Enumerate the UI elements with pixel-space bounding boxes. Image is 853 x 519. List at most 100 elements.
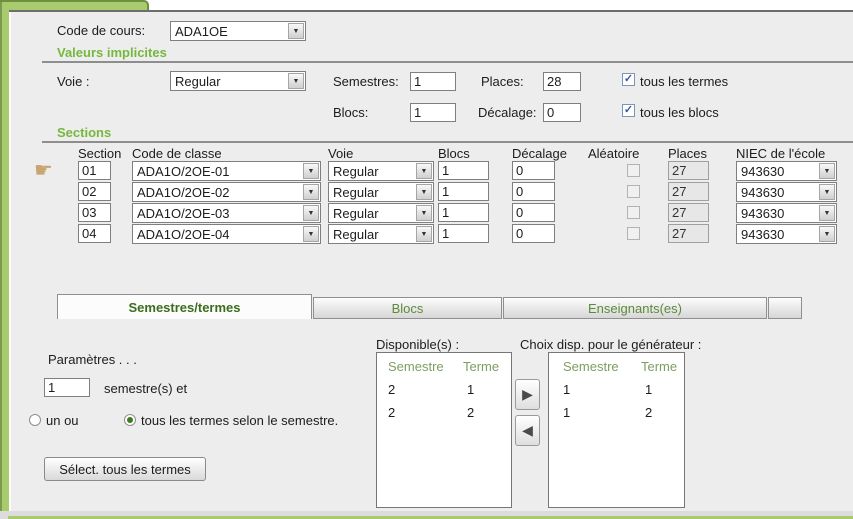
blocs-row-input[interactable]: 1 — [438, 224, 489, 243]
voie-row-select[interactable]: Regular ▼ — [328, 224, 434, 244]
list-item[interactable]: 1 — [563, 405, 570, 420]
dropdown-arrow-icon[interactable]: ▼ — [288, 23, 304, 39]
blocs-label: Blocs: — [333, 105, 368, 120]
radio-all-terms-label: tous les termes selon le semestre. — [141, 413, 338, 428]
available-listbox[interactable]: Semestre Terme 2 1 2 2 — [376, 352, 512, 508]
dropdown-arrow-icon[interactable]: ▼ — [416, 184, 432, 200]
niec-select[interactable]: 943630 ▼ — [736, 182, 837, 202]
tab-semestres-termes[interactable]: Semestres/termes — [57, 294, 312, 319]
dropdown-arrow-icon[interactable]: ▼ — [819, 226, 835, 242]
dropdown-arrow-icon[interactable]: ▼ — [819, 163, 835, 179]
tab-enseignants[interactable]: Enseignants(es) — [503, 297, 767, 319]
available-col-terme: Terme — [463, 359, 499, 374]
dropdown-arrow-icon[interactable]: ▼ — [819, 205, 835, 221]
list-item[interactable]: 1 — [467, 382, 474, 397]
classe-select[interactable]: ADA1O/2OE-03 ▼ — [132, 203, 321, 223]
classe-select[interactable]: ADA1O/2OE-01 ▼ — [132, 161, 321, 181]
blocs-input[interactable]: 1 — [410, 103, 456, 122]
decalage-row-input[interactable]: 0 — [512, 224, 555, 243]
all-terms-checkbox[interactable]: ✓ — [622, 73, 635, 86]
dropdown-arrow-icon[interactable]: ▼ — [303, 163, 319, 179]
tab-blocs[interactable]: Blocs — [313, 297, 502, 319]
blocs-row-input[interactable]: 1 — [438, 182, 489, 201]
places-readonly: 27 — [668, 182, 709, 201]
col-places: Places — [668, 146, 707, 161]
places-readonly: 27 — [668, 203, 709, 222]
col-section: Section — [78, 146, 121, 161]
all-terms-label: tous les termes — [640, 74, 728, 89]
chosen-list-label: Choix disp. pour le générateur : — [520, 337, 701, 352]
aleatoire-checkbox[interactable] — [627, 185, 640, 198]
frame-inner-highlight — [9, 12, 11, 511]
params-label: Paramètres . . . — [48, 352, 137, 367]
voie-row-select[interactable]: Regular ▼ — [328, 203, 434, 223]
dropdown-arrow-icon[interactable]: ▼ — [303, 205, 319, 221]
left-arrow-icon: ◀ — [522, 422, 533, 439]
niec-value: 943630 — [741, 164, 784, 179]
dropdown-arrow-icon[interactable]: ▼ — [819, 184, 835, 200]
classe-value: ADA1O/2OE-02 — [137, 185, 230, 200]
blocs-row-input[interactable]: 1 — [438, 203, 489, 222]
section-input[interactable]: 01 — [78, 161, 111, 180]
voie-row-select[interactable]: Regular ▼ — [328, 182, 434, 202]
classe-select[interactable]: ADA1O/2OE-02 ▼ — [132, 182, 321, 202]
chosen-col-terme: Terme — [641, 359, 677, 374]
niec-select[interactable]: 943630 ▼ — [736, 161, 837, 181]
niec-value: 943630 — [741, 206, 784, 221]
section-input[interactable]: 03 — [78, 203, 111, 222]
list-item[interactable]: 2 — [388, 405, 395, 420]
dropdown-arrow-icon[interactable]: ▼ — [303, 184, 319, 200]
semestres-input[interactable]: 1 — [410, 72, 456, 91]
voie-select[interactable]: Regular ▼ — [170, 71, 306, 91]
places-readonly: 27 — [668, 224, 709, 243]
sections-title: Sections — [57, 125, 111, 140]
list-item[interactable]: 1 — [563, 382, 570, 397]
decalage-row-input[interactable]: 0 — [512, 203, 555, 222]
aleatoire-checkbox[interactable] — [627, 206, 640, 219]
niec-value: 943630 — [741, 185, 784, 200]
radio-one-term-label: un ou — [46, 413, 79, 428]
dropdown-arrow-icon[interactable]: ▼ — [303, 226, 319, 242]
list-item[interactable]: 2 — [467, 405, 474, 420]
dropdown-arrow-icon[interactable]: ▼ — [416, 163, 432, 179]
tab-fragment[interactable] — [768, 297, 802, 319]
section-input[interactable]: 04 — [78, 224, 111, 243]
places-input[interactable]: 28 — [543, 72, 581, 91]
aleatoire-checkbox[interactable] — [627, 227, 640, 240]
list-item[interactable]: 1 — [645, 382, 652, 397]
places-readonly: 27 — [668, 161, 709, 180]
niec-select[interactable]: 943630 ▼ — [736, 203, 837, 223]
voie-row-select[interactable]: Regular ▼ — [328, 161, 434, 181]
col-voie: Voie — [328, 146, 353, 161]
list-item[interactable]: 2 — [388, 382, 395, 397]
chosen-listbox[interactable]: Semestre Terme 1 1 1 2 — [548, 352, 685, 508]
aleatoire-checkbox[interactable] — [627, 164, 640, 177]
all-blocs-checkbox[interactable]: ✓ — [622, 104, 635, 117]
dropdown-arrow-icon[interactable]: ▼ — [416, 205, 432, 221]
semester-count-input[interactable]: 1 — [44, 378, 90, 397]
course-code-select[interactable]: ADA1OE ▼ — [170, 21, 306, 41]
blocs-row-input[interactable]: 1 — [438, 161, 489, 180]
niec-value: 943630 — [741, 227, 784, 242]
col-blocs: Blocs — [438, 146, 470, 161]
classe-value: ADA1O/2OE-03 — [137, 206, 230, 221]
semester-suffix-label: semestre(s) et — [104, 381, 187, 396]
dropdown-arrow-icon[interactable]: ▼ — [288, 73, 304, 89]
defaults-section-title: Valeurs implicites — [57, 45, 167, 60]
available-list-label: Disponible(s) : — [376, 337, 459, 352]
select-all-terms-button[interactable]: Sélect. tous les termes — [44, 457, 206, 481]
col-classe: Code de classe — [132, 146, 222, 161]
decalage-row-input[interactable]: 0 — [512, 161, 555, 180]
semestres-label: Semestres: — [333, 74, 399, 89]
niec-select[interactable]: 943630 ▼ — [736, 224, 837, 244]
move-left-button[interactable]: ◀ — [515, 415, 540, 446]
move-right-button[interactable]: ▶ — [515, 379, 540, 410]
section-input[interactable]: 02 — [78, 182, 111, 201]
radio-one-term[interactable] — [29, 414, 41, 426]
decalage-row-input[interactable]: 0 — [512, 182, 555, 201]
dropdown-arrow-icon[interactable]: ▼ — [416, 226, 432, 242]
classe-select[interactable]: ADA1O/2OE-04 ▼ — [132, 224, 321, 244]
list-item[interactable]: 2 — [645, 405, 652, 420]
radio-all-terms[interactable] — [124, 414, 136, 426]
decalage-input[interactable]: 0 — [543, 103, 581, 122]
